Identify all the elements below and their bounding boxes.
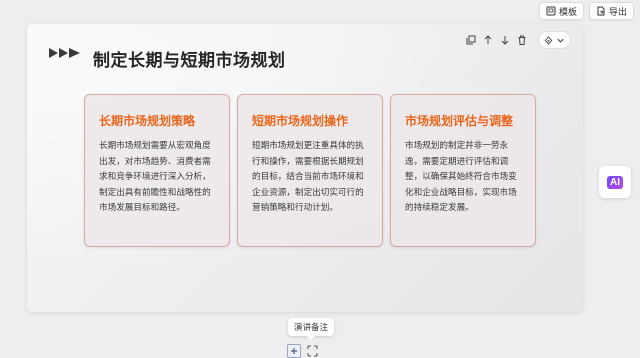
card-title: 市场规划评估与调整: [405, 114, 514, 128]
move-up-icon: [484, 35, 491, 44]
speaker-notes-tooltip: 演讲备注: [288, 318, 334, 340]
export-button[interactable]: 导出: [589, 2, 635, 20]
ai-icon: AI: [607, 175, 623, 189]
slide-toolbar: [465, 32, 527, 48]
delete-slide-button[interactable]: [516, 35, 527, 46]
card-evaluation-adjustment[interactable]: 市场规划评估与调整 市场规划的制定并非一劳永逸，需要定期进行评估和调整，以确保其…: [390, 94, 536, 247]
style-dropdown[interactable]: [538, 31, 571, 49]
chevron-down-icon: [557, 38, 564, 43]
plus-icon: [291, 348, 297, 354]
card-short-term-operation[interactable]: 短期市场规划操作 短期市场规划更注重具体的执行和操作，需要根据长期规划的目标，结…: [237, 94, 383, 247]
template-label: 模板: [559, 7, 578, 18]
add-speaker-notes-button[interactable]: [287, 344, 301, 358]
card-title: 短期市场规划操作: [252, 114, 349, 128]
move-down-button[interactable]: [499, 35, 510, 46]
ai-assistant-button[interactable]: AI: [599, 166, 631, 198]
style-icon: [544, 35, 553, 45]
move-up-button[interactable]: [482, 35, 493, 46]
export-label: 导出: [609, 7, 628, 18]
title-arrows-decoration: [49, 48, 80, 58]
copy-icon: [466, 35, 475, 45]
delete-icon: [518, 35, 525, 45]
move-down-icon: [501, 36, 508, 45]
export-icon: [597, 6, 605, 16]
copy-slide-button[interactable]: [465, 35, 476, 46]
card-title: 长期市场规划策略: [99, 114, 196, 128]
slide-title[interactable]: 制定长期与短期市场规划: [93, 46, 286, 71]
template-button[interactable]: 模板: [539, 2, 585, 20]
card-long-term-strategy[interactable]: 长期市场规划策略 长期市场规划需要从宏观角度出发，对市场趋势、消费者需求和竞争环…: [84, 94, 230, 247]
card-body: 短期市场规划更注重具体的执行和操作，需要根据长期规划的目标，结合当前市场环境和企…: [252, 141, 364, 214]
card-body: 长期市场规划需要从宏观角度出发，对市场趋势、消费者需求和竞争环境进行深入分析，制…: [99, 141, 211, 214]
expand-icon[interactable]: [306, 345, 319, 357]
card-body: 市场规划的制定并非一劳永逸，需要定期进行评估和调整，以确保其始终符合市场变化和企…: [405, 141, 517, 214]
template-icon: [546, 6, 556, 16]
